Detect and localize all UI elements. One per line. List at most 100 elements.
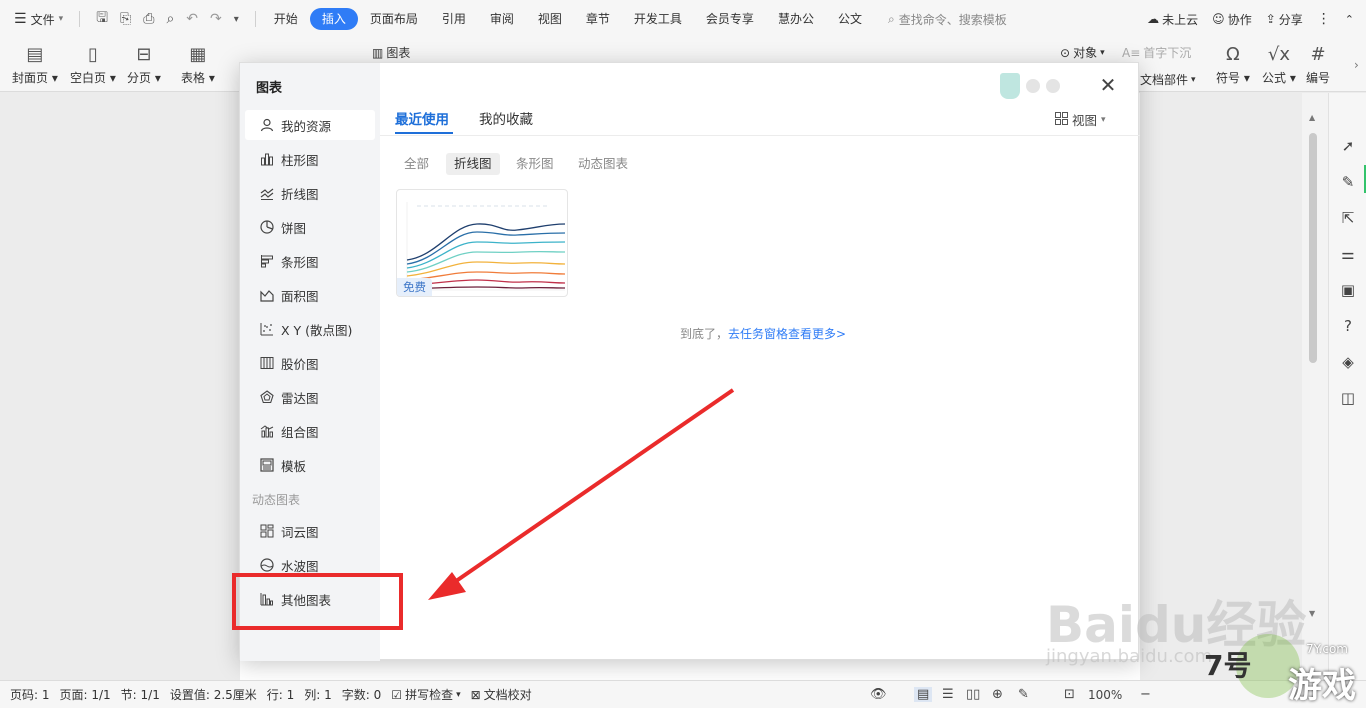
location-icon[interactable]: ◈ bbox=[1337, 351, 1359, 373]
formula-button[interactable]: √x 公式 ▾ bbox=[1262, 42, 1296, 86]
image-icon[interactable]: ▣ bbox=[1337, 279, 1359, 301]
nav-combo-chart[interactable]: 组合图 bbox=[245, 416, 375, 446]
zoom-level[interactable]: 100% bbox=[1088, 688, 1122, 702]
tab-smart-office[interactable]: 慧办公 bbox=[766, 8, 826, 30]
tab-recent[interactable]: 最近使用 bbox=[395, 108, 449, 128]
filter-bar[interactable]: 条形图 bbox=[508, 153, 562, 175]
symbol-button[interactable]: Ω 符号 ▾ bbox=[1216, 42, 1250, 86]
chevron-down-icon: ▾ bbox=[1100, 47, 1105, 58]
cup-icon bbox=[1000, 73, 1020, 99]
close-icon[interactable]: ✕ bbox=[1098, 75, 1118, 95]
menu-bar: ☰ 文件 ▾ 🖫 ⎘ ⎙ ⌕ ↶ ↷ ▾ 开始 插入 页面布局 引用 审阅 视图… bbox=[0, 0, 1366, 38]
tab-references[interactable]: 引用 bbox=[430, 8, 478, 30]
tab-section[interactable]: 章节 bbox=[574, 8, 622, 30]
task-pane-link[interactable]: 去任务窗格查看更多> bbox=[728, 327, 846, 341]
cloud-status-button[interactable]: ☁ 未上云 bbox=[1147, 11, 1198, 28]
share-button[interactable]: ⇪ 分享 bbox=[1266, 11, 1303, 28]
view-toggle-button[interactable]: 视图 ▾ bbox=[1055, 110, 1106, 129]
scroll-down-icon[interactable]: ▼ bbox=[1309, 609, 1315, 618]
book-icon[interactable]: ◫ bbox=[1337, 387, 1359, 409]
page-break-label: 分页 bbox=[127, 71, 152, 85]
redo-icon[interactable]: ↷ bbox=[210, 11, 222, 27]
nav-radar-chart[interactable]: 雷达图 bbox=[245, 382, 375, 412]
nav-pie-chart[interactable]: 饼图 bbox=[245, 212, 375, 242]
nav-template[interactable]: 模板 bbox=[245, 450, 375, 480]
undo-icon[interactable]: ↶ bbox=[186, 11, 198, 27]
page-count[interactable]: 页面: 1/1 bbox=[60, 686, 111, 703]
cursor-icon[interactable]: ⇱ bbox=[1337, 207, 1359, 229]
doc-proof-button[interactable]: ⊠ 文档校对 bbox=[471, 686, 532, 703]
outline-view-icon[interactable]: ☰ bbox=[942, 687, 954, 702]
export-pdf-icon[interactable]: ⎘ bbox=[120, 11, 131, 27]
page-break-button[interactable]: ⊟ 分页 ▾ bbox=[127, 42, 161, 86]
nav-group-dynamic: 动态图表 bbox=[252, 493, 301, 507]
row-info[interactable]: 行: 1 bbox=[267, 686, 295, 703]
eye-icon[interactable]: 👁 bbox=[870, 687, 887, 702]
save-icon[interactable]: 🖫 bbox=[96, 7, 108, 31]
drop-cap-button[interactable]: A≡ 首字下沉 bbox=[1122, 44, 1191, 61]
customize-icon[interactable]: ▾ bbox=[234, 14, 239, 25]
tab-insert[interactable]: 插入 bbox=[309, 8, 358, 30]
chart-button[interactable]: ▥ 图表 bbox=[372, 44, 410, 61]
print-preview-icon[interactable]: ⌕ bbox=[166, 11, 174, 27]
tab-developer[interactable]: 开发工具 bbox=[622, 8, 694, 30]
logo-site: 7Y.com bbox=[1306, 642, 1348, 656]
ribbon-scroll-right-icon[interactable]: › bbox=[1354, 58, 1359, 72]
fit-page-icon[interactable]: ⊡ bbox=[1064, 687, 1075, 702]
object-button[interactable]: ⊙ 对象 ▾ bbox=[1060, 44, 1105, 61]
more-icon[interactable]: ⋮ bbox=[1317, 11, 1331, 27]
nav-scatter-chart[interactable]: X Y (散点图) bbox=[245, 314, 375, 344]
nav-stock-chart[interactable]: 股价图 bbox=[245, 348, 375, 378]
page-number[interactable]: 页码: 1 bbox=[10, 686, 50, 703]
numbering-button[interactable]: # 编号 bbox=[1306, 42, 1330, 86]
doc-proof-label: 文档校对 bbox=[483, 688, 532, 702]
collab-button[interactable]: ☺ 协作 bbox=[1212, 11, 1252, 28]
reading-view-icon[interactable]: ▯▯ bbox=[966, 687, 980, 702]
help-icon[interactable]: ? bbox=[1337, 315, 1359, 337]
collapse-icon[interactable]: ⌃ bbox=[1345, 13, 1354, 26]
nav-wordcloud[interactable]: 词云图 bbox=[245, 516, 375, 546]
filter-line[interactable]: 折线图 bbox=[446, 153, 500, 175]
page-view-icon[interactable]: ▤ bbox=[914, 687, 933, 702]
nav-area-chart[interactable]: 面积图 bbox=[245, 280, 375, 310]
object-label: 对象 bbox=[1073, 46, 1098, 60]
file-menu[interactable]: ☰ 文件 ▾ bbox=[0, 0, 73, 38]
rocket-icon[interactable]: ➚ bbox=[1337, 135, 1359, 157]
print-icon[interactable]: ⎙ bbox=[143, 11, 154, 27]
web-view-icon[interactable]: ⊕ bbox=[992, 687, 1003, 702]
tab-page-layout[interactable]: 页面布局 bbox=[358, 8, 430, 30]
filter-all[interactable]: 全部 bbox=[396, 153, 437, 175]
nav-label: 组合图 bbox=[281, 424, 319, 440]
formula-label: 公式 bbox=[1262, 71, 1287, 85]
filter-dynamic[interactable]: 动态图表 bbox=[570, 153, 636, 175]
scroll-up-icon[interactable]: ▲ bbox=[1309, 113, 1315, 122]
command-search[interactable]: ⌕ 查找命令、搜索模板 bbox=[888, 11, 1007, 28]
tab-member[interactable]: 会员专享 bbox=[694, 8, 766, 30]
section-info[interactable]: 节: 1/1 bbox=[121, 686, 160, 703]
scrollbar-thumb[interactable] bbox=[1309, 133, 1317, 363]
nav-bar-chart[interactable]: 条形图 bbox=[245, 246, 375, 276]
tab-view[interactable]: 视图 bbox=[526, 8, 574, 30]
word-count[interactable]: 字数: 0 bbox=[342, 686, 382, 703]
tab-review[interactable]: 审阅 bbox=[478, 8, 526, 30]
write-view-icon[interactable]: ✎ bbox=[1018, 687, 1029, 702]
nav-line-chart[interactable]: 折线图 bbox=[245, 178, 375, 208]
spell-check-button[interactable]: ☑ 拼写检查 ▾ bbox=[391, 686, 460, 703]
chevron-down-icon: ▾ bbox=[1191, 74, 1196, 85]
nav-my-resources[interactable]: 我的资源 bbox=[245, 110, 375, 140]
table-button[interactable]: ▦ 表格 ▾ bbox=[181, 42, 215, 86]
zoom-out-icon[interactable]: − bbox=[1140, 687, 1151, 702]
cover-page-button[interactable]: ▤ 封面页 ▾ bbox=[12, 42, 58, 86]
menubar-right: ☁ 未上云 ☺ 协作 ⇪ 分享 ⋮ ⌃ bbox=[1147, 11, 1366, 28]
pen-icon[interactable]: ✎ bbox=[1337, 171, 1359, 193]
tab-home[interactable]: 开始 bbox=[262, 8, 310, 30]
setting-value[interactable]: 设置值: 2.5厘米 bbox=[170, 686, 257, 703]
blank-page-button[interactable]: ▯ 空白页 ▾ bbox=[70, 42, 116, 86]
tab-official-doc[interactable]: 公文 bbox=[826, 8, 874, 30]
chart-template-card[interactable]: 免费 bbox=[396, 189, 568, 297]
tab-favorites[interactable]: 我的收藏 bbox=[479, 108, 533, 128]
doc-parts-button[interactable]: 文档部件 ▾ bbox=[1140, 71, 1196, 88]
col-info[interactable]: 列: 1 bbox=[304, 686, 332, 703]
nav-column-chart[interactable]: 柱形图 bbox=[245, 144, 375, 174]
settings-sliders-icon[interactable]: ⚌ bbox=[1337, 243, 1359, 265]
